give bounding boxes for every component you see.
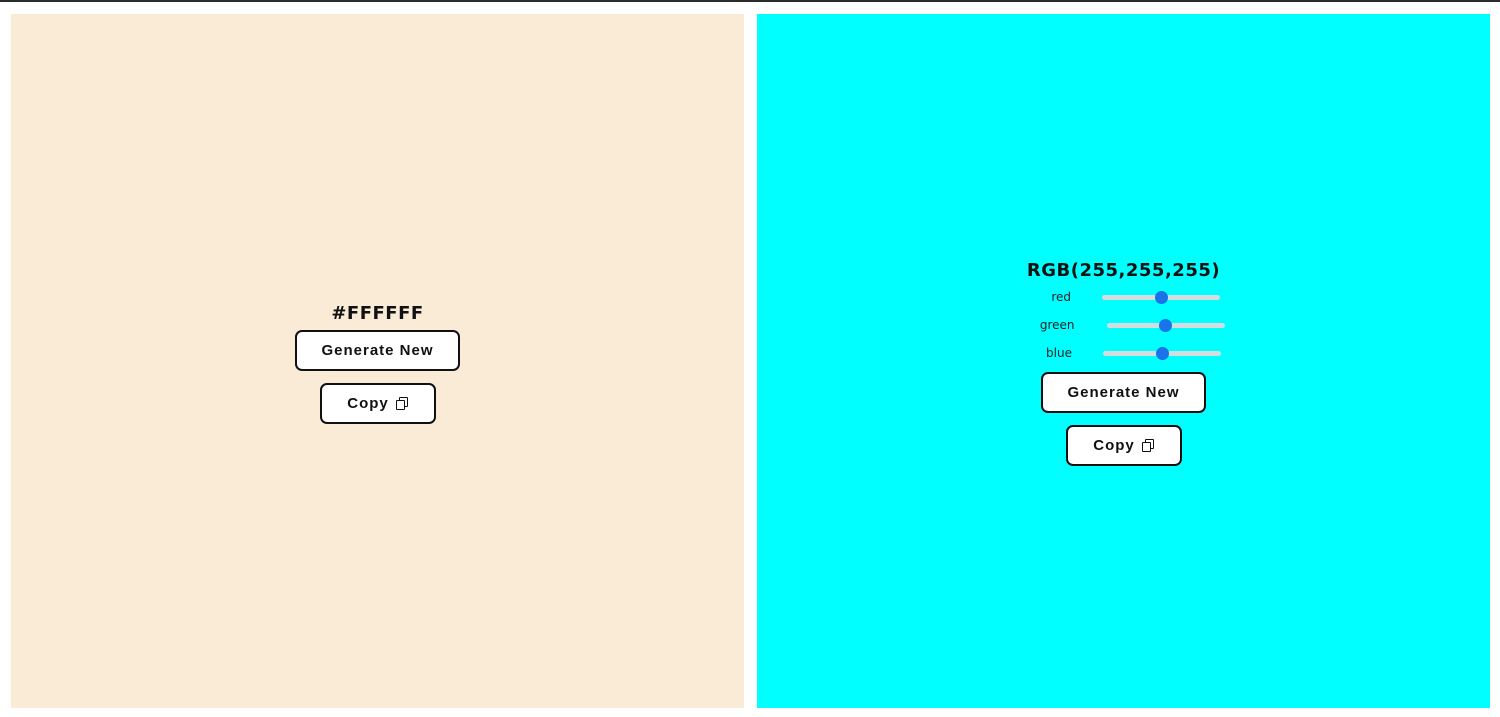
slider-row-red: red bbox=[1027, 283, 1220, 311]
rgb-controls: RGB(255,255,255) red green blue Generate… bbox=[757, 260, 1490, 466]
slider-label-red: red bbox=[1051, 290, 1071, 304]
hex-copy-button[interactable]: Copy bbox=[319, 383, 436, 424]
copy-icon bbox=[395, 397, 408, 410]
rgb-copy-button[interactable]: Copy bbox=[1065, 425, 1182, 466]
green-slider-thumb[interactable] bbox=[1159, 318, 1172, 332]
rgb-copy-label: Copy bbox=[1093, 437, 1135, 454]
hex-copy-label: Copy bbox=[347, 395, 389, 412]
copy-icon bbox=[1141, 439, 1154, 452]
hex-generate-new-button[interactable]: Generate New bbox=[295, 330, 460, 371]
blue-slider-thumb[interactable] bbox=[1155, 346, 1169, 360]
hex-generate-new-label: Generate New bbox=[321, 342, 434, 359]
rgb-color-panel: RGB(255,255,255) red green blue Generate… bbox=[757, 14, 1490, 708]
hex-controls: #FFFFFF Generate New Copy bbox=[11, 303, 744, 424]
slider-row-green: green bbox=[1023, 311, 1225, 339]
slider-row-blue: blue bbox=[1026, 339, 1221, 367]
blue-slider[interactable] bbox=[1103, 346, 1221, 360]
hex-color-panel: #FFFFFF Generate New Copy bbox=[11, 14, 744, 708]
red-slider-thumb[interactable] bbox=[1154, 290, 1168, 304]
rgb-generate-new-button[interactable]: Generate New bbox=[1041, 372, 1206, 413]
red-slider[interactable] bbox=[1102, 290, 1220, 304]
window-top-border bbox=[0, 0, 1500, 2]
rgb-color-code: RGB(255,255,255) bbox=[1026, 260, 1221, 281]
slider-label-blue: blue bbox=[1046, 346, 1072, 360]
rgb-generate-new-label: Generate New bbox=[1067, 384, 1180, 401]
green-slider[interactable] bbox=[1106, 318, 1225, 332]
slider-label-green: green bbox=[1039, 318, 1075, 332]
hex-color-code: #FFFFFF bbox=[331, 303, 424, 324]
